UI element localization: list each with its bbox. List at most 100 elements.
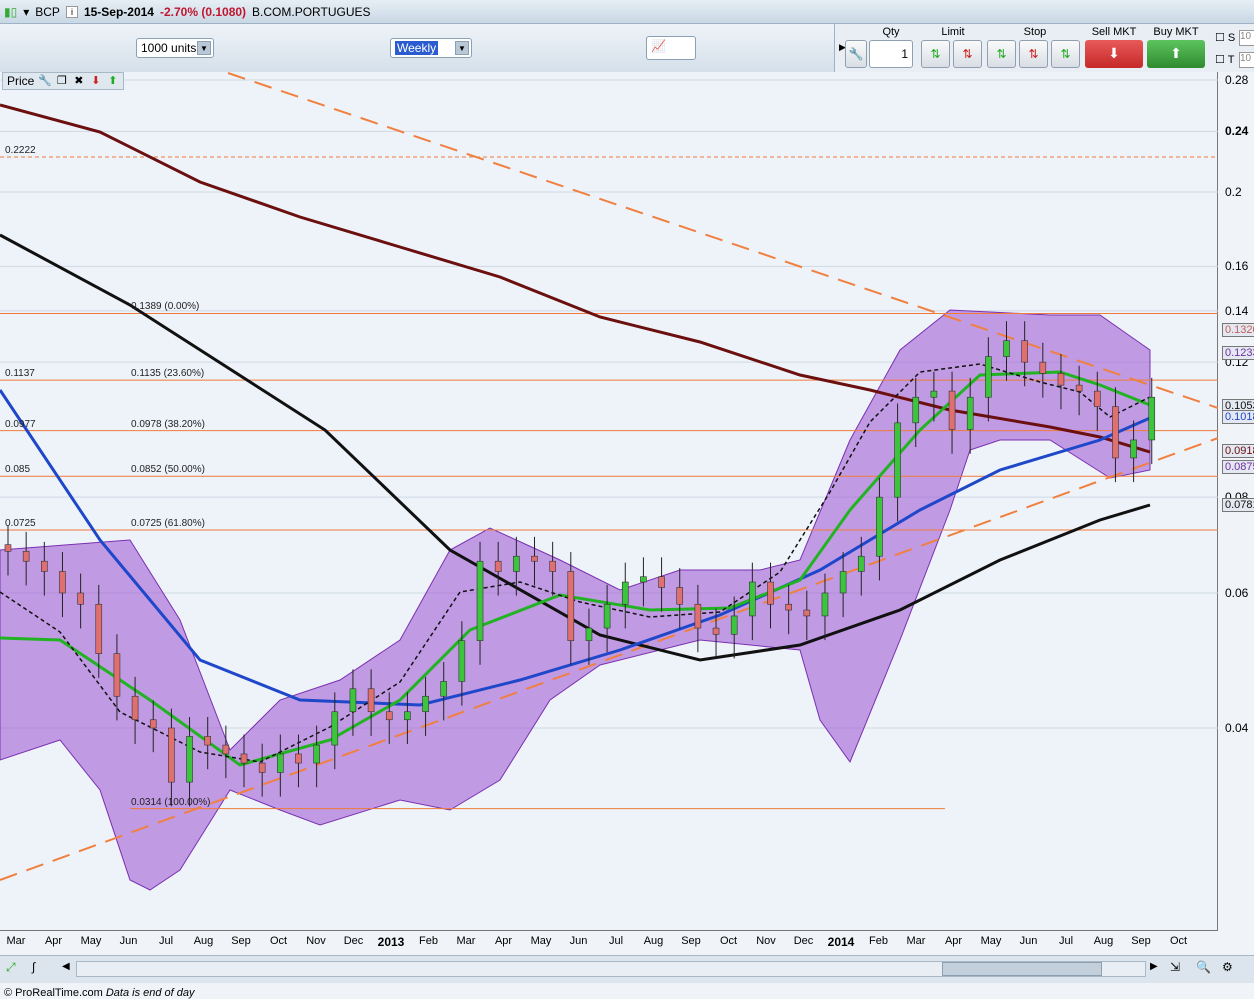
t-checkbox[interactable]: ☐ T bbox=[1215, 53, 1234, 66]
candle bbox=[513, 555, 520, 572]
limit-buy-button[interactable]: ⇅ bbox=[921, 40, 950, 68]
candle bbox=[440, 681, 448, 697]
price-badge: 0.0781 bbox=[1222, 498, 1254, 513]
candle bbox=[803, 609, 811, 617]
move-up-icon[interactable]: ⬆ bbox=[106, 75, 119, 88]
chevron-down-icon[interactable]: ▼ bbox=[197, 41, 211, 55]
candle bbox=[1130, 439, 1137, 459]
fit-icon[interactable]: ⇲ bbox=[1170, 960, 1180, 974]
buy-market-button[interactable]: ⬆ bbox=[1147, 40, 1205, 68]
instrument-bar: ▮▯ ▾ BCP i 15-Sep-2014 -2.70% (0.1080) B… bbox=[0, 0, 1254, 24]
candle bbox=[168, 727, 175, 783]
x-tick-label: Oct bbox=[719, 935, 738, 947]
chevron-down-icon[interactable]: ▼ bbox=[455, 41, 469, 55]
scroll-left-button[interactable]: ◀ bbox=[62, 961, 70, 972]
scroll-thumb[interactable] bbox=[942, 962, 1102, 976]
fib-left-label: 0.0977 bbox=[5, 418, 36, 430]
s-checkbox[interactable]: ☐ S bbox=[1215, 31, 1235, 44]
info-icon[interactable]: i bbox=[65, 5, 78, 18]
source-label: © ProRealTime.com bbox=[4, 987, 103, 999]
candle bbox=[349, 688, 357, 713]
candle bbox=[658, 576, 665, 588]
qty-input[interactable]: 1 bbox=[869, 40, 913, 68]
x-tick-label: Oct bbox=[1169, 935, 1188, 947]
stop-buy-button[interactable]: ⇅ bbox=[987, 40, 1016, 68]
symbol[interactable]: BCP bbox=[35, 5, 60, 19]
candle bbox=[404, 711, 411, 721]
price-chart[interactable]: 0.2222 0.1389 (0.00%) 0.1137 0.1135 (23.60%… bbox=[0, 72, 1219, 999]
x-tick-label: Feb bbox=[419, 935, 438, 947]
qty-label: Qty bbox=[882, 26, 900, 38]
quote-change: -2.70% (0.1080) bbox=[159, 4, 247, 19]
units-select[interactable]: 1000 units ▼ bbox=[136, 38, 214, 58]
t-input[interactable]: 10 bbox=[1239, 52, 1254, 68]
candlestick-icon[interactable]: ▮▯ bbox=[4, 5, 17, 19]
close-icon[interactable]: ✖ bbox=[72, 75, 85, 88]
limit-sell-button[interactable]: ⇅ bbox=[953, 40, 982, 68]
fib-level-label: 0.0314 (100.00%) bbox=[131, 796, 211, 808]
stop-sell-button[interactable]: ⇅ bbox=[1019, 40, 1048, 68]
candle bbox=[131, 695, 139, 721]
chart-type-icon: 📈 bbox=[651, 39, 666, 53]
x-tick-label: Jun bbox=[1019, 935, 1038, 947]
fib-level-label: 0.1135 (23.60%) bbox=[131, 368, 205, 380]
price-axis[interactable]: 0.28 0.24 0.2 0.16 0.14 0.12 0.08 0.06 0.04 0.132… bbox=[1219, 72, 1254, 930]
zoom-icon[interactable]: ⤢ bbox=[6, 960, 16, 975]
x-tick-label: Jun bbox=[119, 935, 138, 947]
t-label: T bbox=[1227, 54, 1235, 66]
wrench-icon: 🔧 bbox=[848, 47, 864, 61]
candle bbox=[494, 560, 502, 572]
instrument-name: B.COM.PORTUGUES bbox=[252, 4, 371, 19]
x-tick-label: Dec bbox=[793, 935, 814, 947]
buy-label: Buy MKT bbox=[1153, 26, 1199, 38]
candle bbox=[694, 603, 702, 629]
scroll-right-button[interactable]: ▶ bbox=[1150, 961, 1158, 972]
window-icon[interactable]: ❐ bbox=[55, 75, 68, 88]
time-axis[interactable]: Mar Apr May Jun Jul Aug Sep Oct Nov Dec 2013 Feb Mar… bbox=[0, 930, 1218, 952]
zoom-out-icon[interactable]: 🔍 bbox=[1196, 960, 1211, 974]
move-down-icon[interactable]: ⬇ bbox=[89, 75, 102, 88]
candle bbox=[603, 603, 611, 629]
y-tick-label: 0.14 bbox=[1225, 303, 1249, 318]
settings-button[interactable]: 🔧 bbox=[845, 40, 867, 68]
price-badge: 0.1320 bbox=[1222, 323, 1254, 338]
candle bbox=[476, 560, 484, 641]
settings-icon[interactable]: ⚙ bbox=[1222, 960, 1233, 974]
candle bbox=[458, 640, 466, 682]
candle bbox=[985, 356, 992, 398]
indicator-icon[interactable]: ∫ bbox=[32, 960, 35, 974]
candle bbox=[894, 422, 901, 498]
candle bbox=[422, 695, 429, 713]
x-tick-label: May bbox=[80, 935, 102, 947]
dropdown-icon[interactable]: ▾ bbox=[23, 5, 29, 19]
candle bbox=[1039, 361, 1047, 374]
candle bbox=[749, 581, 756, 617]
wrench-icon[interactable]: 🔧 bbox=[38, 75, 52, 88]
scroll-track[interactable] bbox=[76, 961, 1146, 977]
fib-left-label: 0.1137 bbox=[5, 368, 35, 380]
fib-level-label: 0.1389 (0.00%) bbox=[131, 301, 200, 313]
candle bbox=[113, 653, 121, 697]
chart-footer: © ProRealTime.com Data is end of day bbox=[4, 987, 195, 999]
candle bbox=[149, 719, 157, 729]
candle bbox=[222, 744, 230, 755]
candle bbox=[313, 744, 320, 764]
candle bbox=[240, 753, 248, 764]
period-select[interactable]: Weekly ▼ bbox=[390, 38, 472, 58]
stop-trailing-button[interactable]: ⇅ bbox=[1051, 40, 1080, 68]
candle bbox=[41, 560, 48, 572]
candle bbox=[930, 390, 938, 398]
sell-market-button[interactable]: ⬇ bbox=[1085, 40, 1143, 68]
chart-type-button[interactable]: 📈 bbox=[646, 36, 696, 60]
fib-left-label: 0.2222 bbox=[5, 144, 36, 156]
x-tick-label: Sep bbox=[1131, 935, 1151, 947]
candle bbox=[277, 753, 284, 773]
x-tick-label: Aug bbox=[193, 935, 214, 947]
panel-title: Price bbox=[7, 74, 35, 88]
fib-left-label: 0.0725 bbox=[5, 517, 36, 529]
candle bbox=[857, 555, 865, 572]
candle bbox=[785, 603, 792, 611]
s-input[interactable]: 10 bbox=[1239, 30, 1254, 46]
x-tick-label: Mar bbox=[906, 935, 926, 947]
candle bbox=[1057, 373, 1065, 386]
